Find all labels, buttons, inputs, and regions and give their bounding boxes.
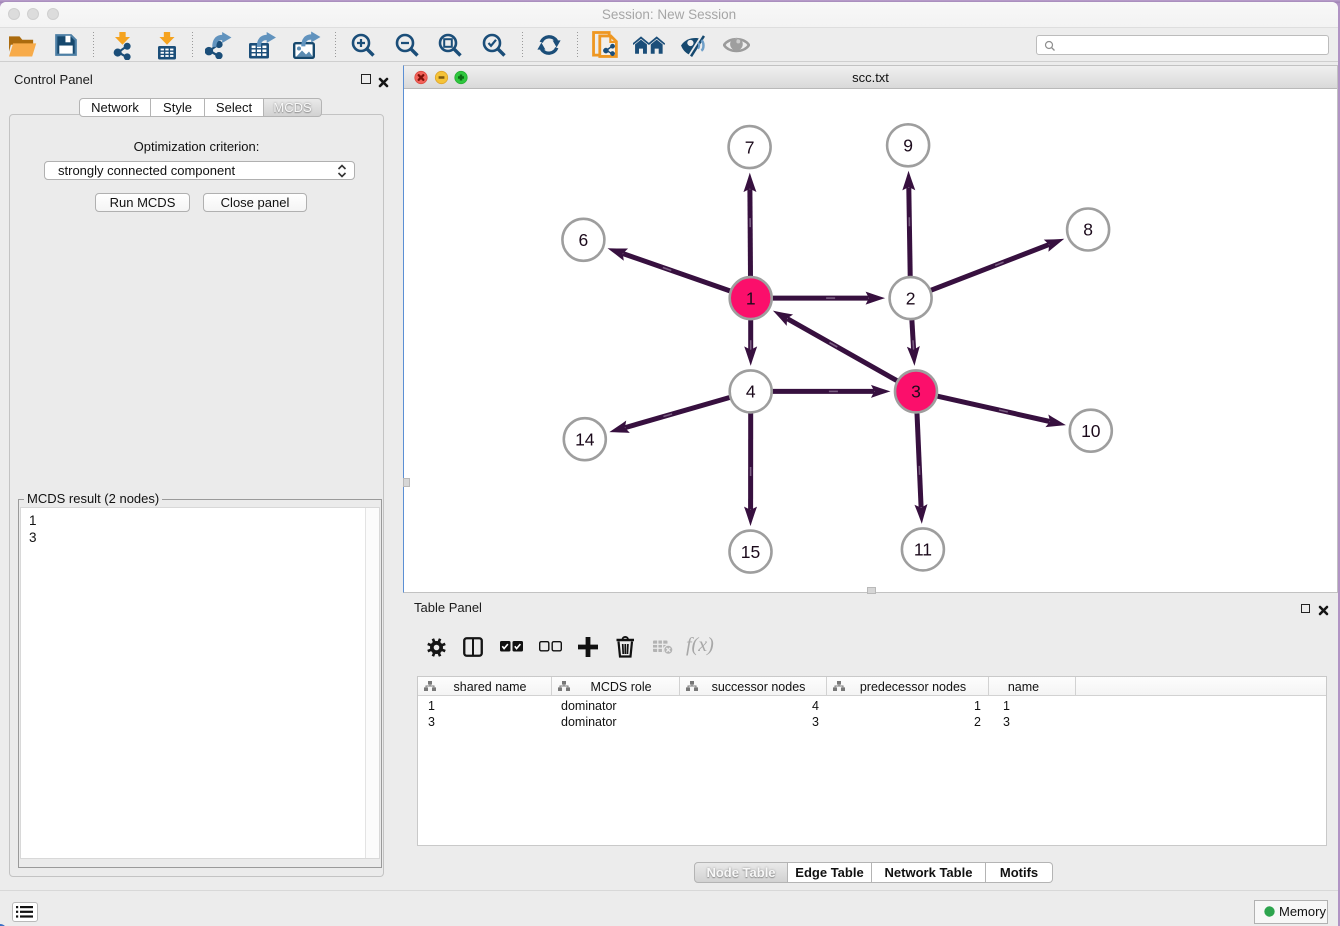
svg-text:15: 15 [741, 542, 760, 562]
svg-text:1: 1 [746, 288, 756, 308]
svg-text:3: 3 [911, 382, 921, 402]
svg-text:2: 2 [906, 288, 916, 308]
svg-text:14: 14 [575, 429, 595, 449]
svg-text:10: 10 [1081, 421, 1101, 441]
svg-text:8: 8 [1083, 220, 1093, 240]
svg-text:9: 9 [903, 136, 913, 156]
svg-text:7: 7 [745, 137, 755, 157]
svg-text:4: 4 [746, 382, 756, 402]
svg-text:6: 6 [579, 230, 589, 250]
svg-text:11: 11 [914, 540, 932, 560]
